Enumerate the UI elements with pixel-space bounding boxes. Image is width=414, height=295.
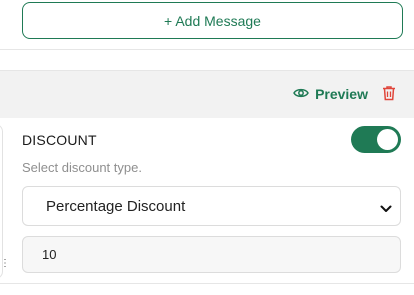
discount-title: DISCOUNT (22, 132, 97, 148)
divider (0, 49, 414, 50)
eye-icon (293, 86, 309, 102)
delete-button[interactable] (382, 85, 396, 106)
adjacent-card-handle: ⋮ (0, 258, 10, 269)
preview-button[interactable]: Preview (293, 86, 368, 102)
discount-type-select[interactable]: Percentage Discount (22, 186, 401, 226)
discount-toggle[interactable] (351, 126, 401, 153)
toggle-knob (377, 129, 398, 150)
section-header: Preview (0, 70, 414, 118)
discount-value-input[interactable]: 10 (22, 236, 401, 273)
add-message-button[interactable]: + Add Message (22, 2, 403, 39)
trash-icon (382, 86, 396, 105)
divider (0, 283, 414, 284)
preview-label: Preview (315, 86, 368, 102)
adjacent-card-edge (0, 124, 3, 279)
discount-editor-panel: + Add Message Preview ⋮ DISCOUNT Select … (0, 0, 414, 295)
discount-type-value: Percentage Discount (46, 197, 186, 215)
chevron-down-icon (380, 200, 392, 218)
discount-helper-text: Select discount type. (22, 160, 142, 175)
